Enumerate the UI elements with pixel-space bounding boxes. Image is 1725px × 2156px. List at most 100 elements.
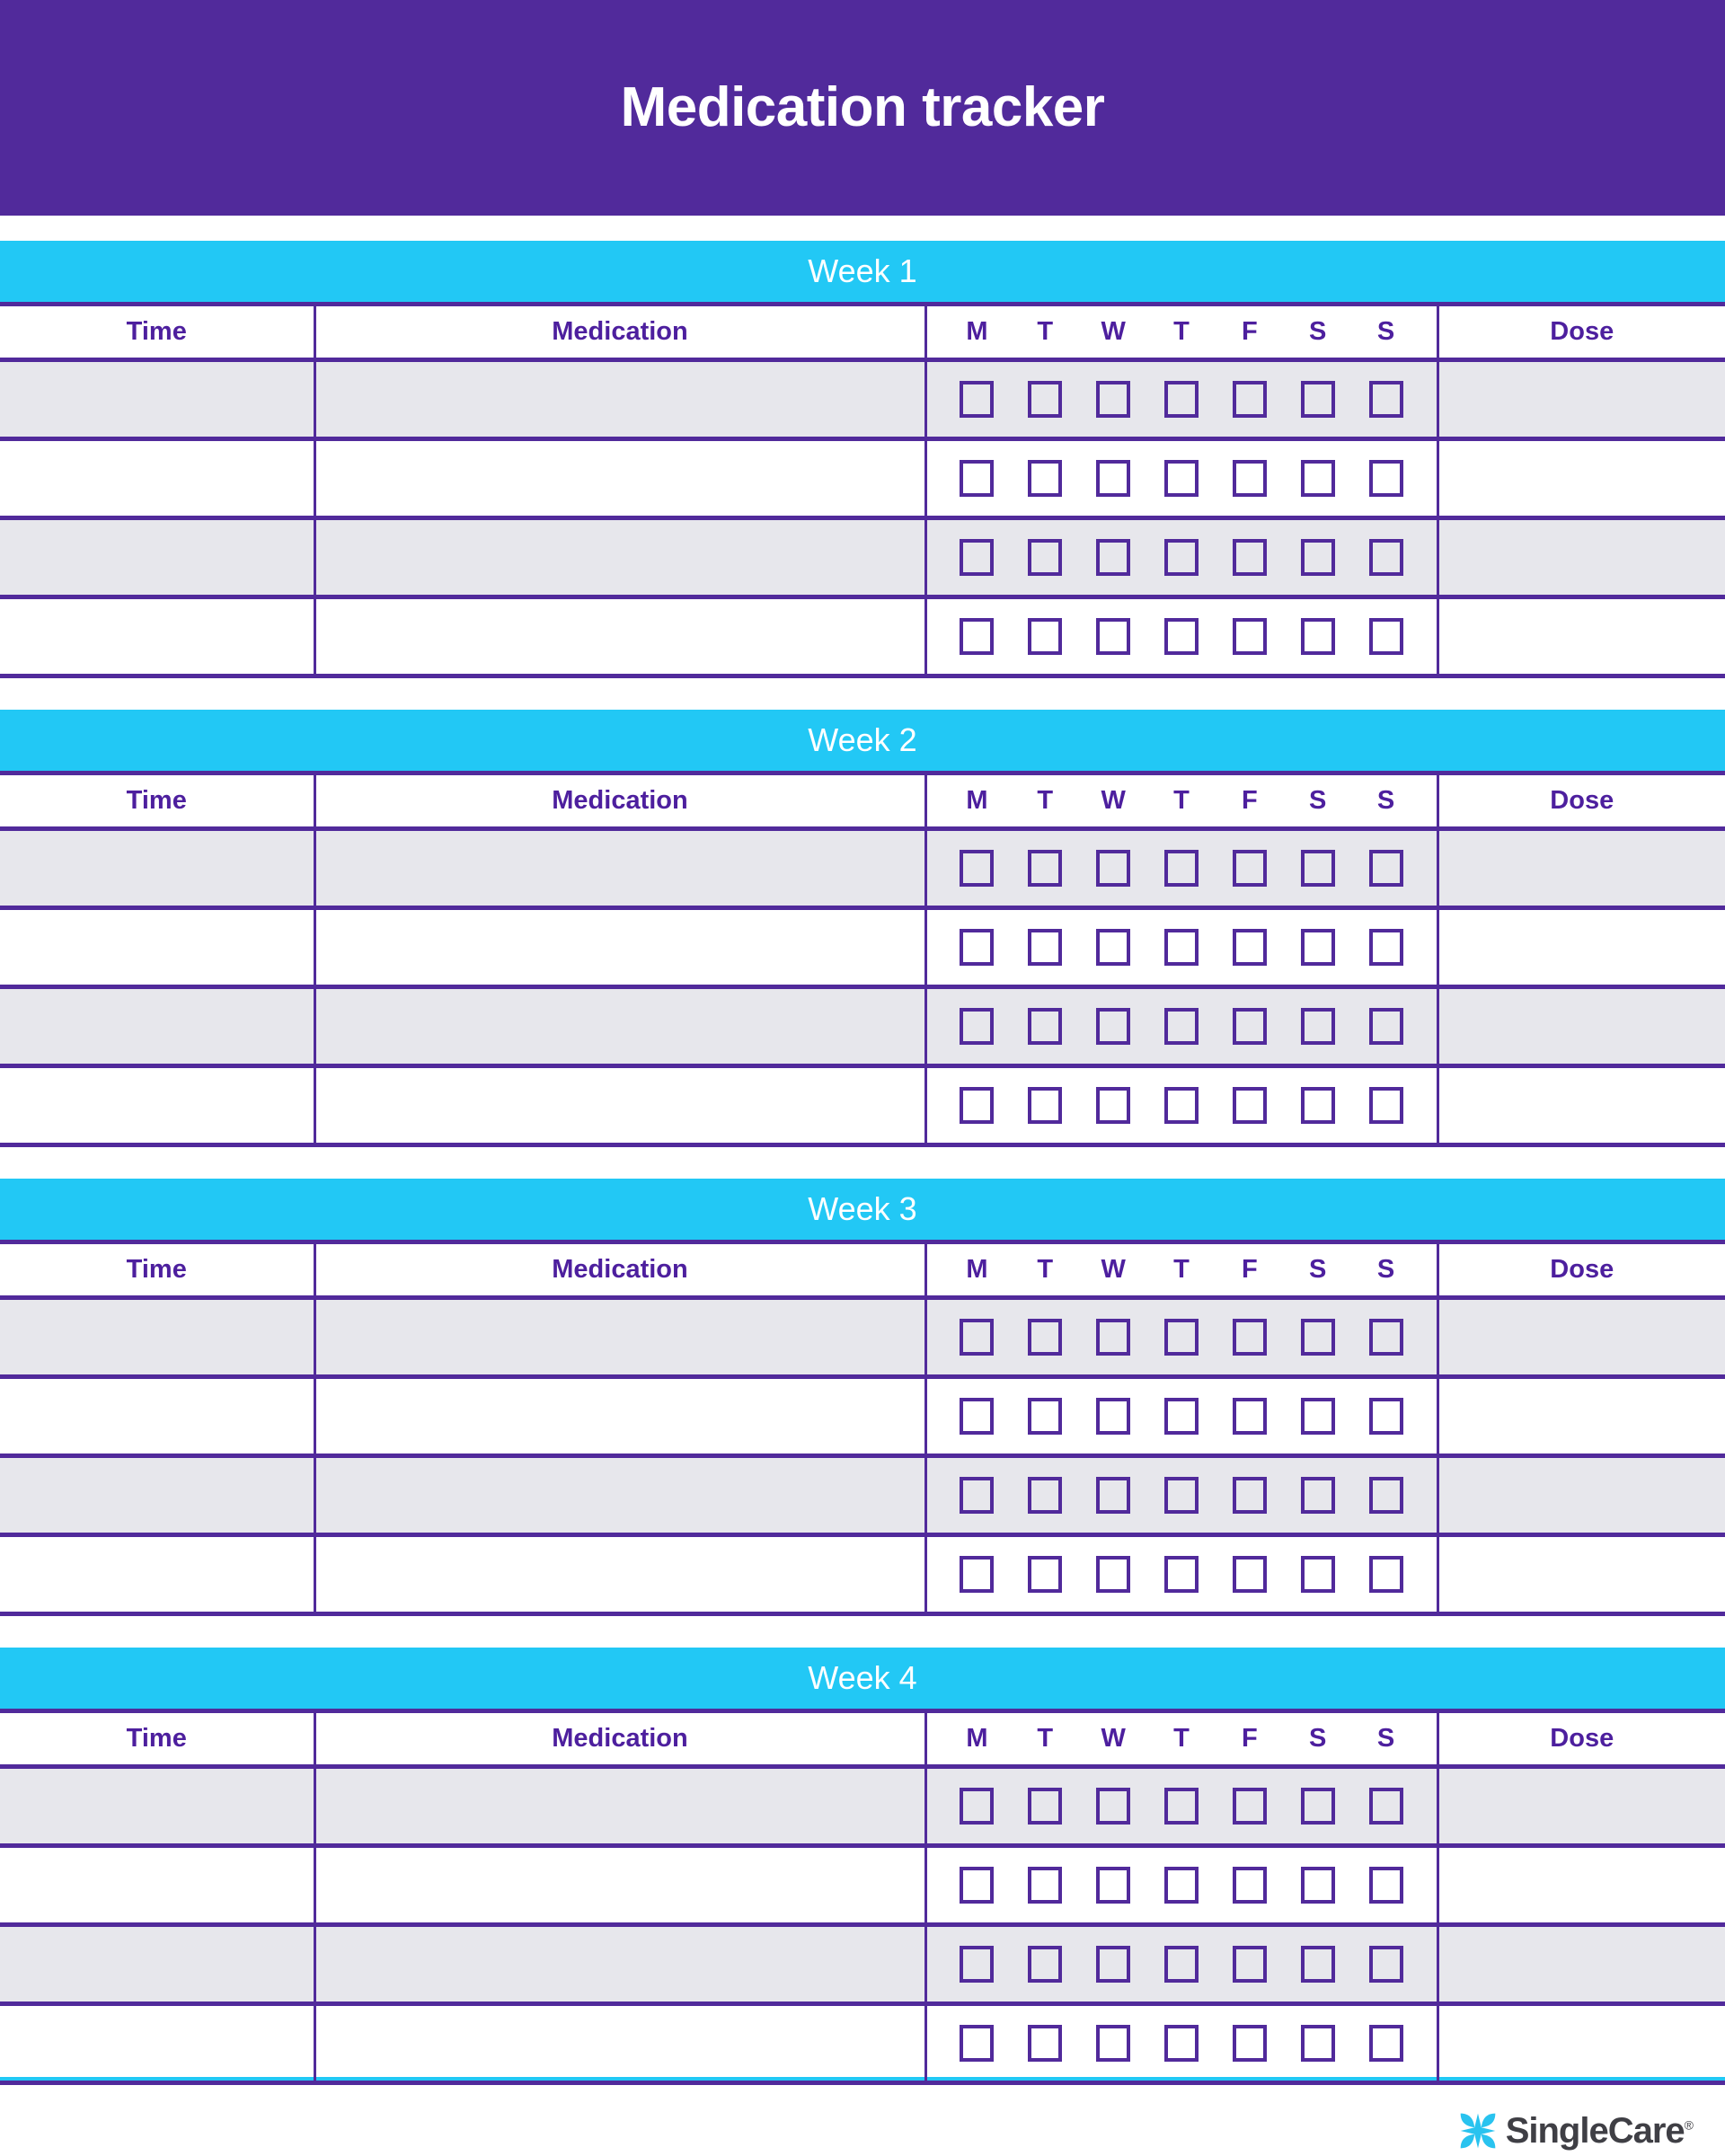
- medication-cell[interactable]: [314, 516, 927, 599]
- medication-cell[interactable]: [314, 1764, 927, 1848]
- time-cell[interactable]: [0, 1374, 316, 1458]
- dose-cell[interactable]: [1438, 516, 1725, 599]
- dose-cell[interactable]: [1438, 1374, 1725, 1458]
- time-cell[interactable]: [0, 1764, 316, 1848]
- dose-cell[interactable]: [1438, 1064, 1725, 1147]
- dose-cell[interactable]: [1438, 1922, 1725, 2006]
- day-checkbox[interactable]: [1164, 539, 1199, 576]
- dose-cell[interactable]: [1438, 1454, 1725, 1537]
- day-checkbox[interactable]: [1028, 929, 1063, 966]
- day-checkbox[interactable]: [1096, 381, 1131, 418]
- time-cell[interactable]: [0, 358, 316, 441]
- day-checkbox[interactable]: [1232, 539, 1267, 576]
- dose-cell[interactable]: [1438, 595, 1725, 678]
- day-checkbox[interactable]: [1164, 618, 1199, 655]
- day-checkbox[interactable]: [1096, 1477, 1131, 1514]
- day-checkbox[interactable]: [1232, 1867, 1267, 1904]
- day-checkbox[interactable]: [960, 1087, 995, 1124]
- day-checkbox[interactable]: [1096, 1319, 1131, 1356]
- day-checkbox[interactable]: [1232, 1319, 1267, 1356]
- dose-cell[interactable]: [1438, 1764, 1725, 1848]
- day-checkbox[interactable]: [1096, 618, 1131, 655]
- day-checkbox[interactable]: [1096, 1867, 1131, 1904]
- day-checkbox[interactable]: [1028, 850, 1063, 887]
- medication-cell[interactable]: [314, 1374, 927, 1458]
- day-checkbox[interactable]: [1096, 539, 1131, 576]
- medication-cell[interactable]: [314, 2001, 927, 2085]
- day-checkbox[interactable]: [1368, 381, 1403, 418]
- day-checkbox[interactable]: [1232, 1008, 1267, 1045]
- medication-cell[interactable]: [314, 358, 927, 441]
- day-checkbox[interactable]: [1300, 850, 1335, 887]
- dose-cell[interactable]: [1438, 1295, 1725, 1379]
- day-checkbox[interactable]: [960, 1788, 995, 1825]
- day-checkbox[interactable]: [960, 1398, 995, 1435]
- day-checkbox[interactable]: [1096, 1788, 1131, 1825]
- day-checkbox[interactable]: [1028, 539, 1063, 576]
- dose-cell[interactable]: [1438, 1843, 1725, 1927]
- dose-cell[interactable]: [1438, 437, 1725, 520]
- time-cell[interactable]: [0, 2001, 316, 2085]
- medication-cell[interactable]: [314, 1533, 927, 1616]
- day-checkbox[interactable]: [1096, 1087, 1131, 1124]
- day-checkbox[interactable]: [1368, 539, 1403, 576]
- day-checkbox[interactable]: [1028, 1319, 1063, 1356]
- day-checkbox[interactable]: [1300, 460, 1335, 497]
- day-checkbox[interactable]: [1028, 1946, 1063, 1983]
- day-checkbox[interactable]: [1164, 850, 1199, 887]
- dose-cell[interactable]: [1438, 1533, 1725, 1616]
- day-checkbox[interactable]: [1300, 1788, 1335, 1825]
- day-checkbox[interactable]: [1300, 381, 1335, 418]
- dose-cell[interactable]: [1438, 985, 1725, 1068]
- day-checkbox[interactable]: [960, 1867, 995, 1904]
- day-checkbox[interactable]: [1368, 929, 1403, 966]
- day-checkbox[interactable]: [1028, 1556, 1063, 1593]
- day-checkbox[interactable]: [960, 1477, 995, 1514]
- day-checkbox[interactable]: [1368, 1788, 1403, 1825]
- medication-cell[interactable]: [314, 1922, 927, 2006]
- medication-cell[interactable]: [314, 1454, 927, 1537]
- day-checkbox[interactable]: [1368, 1477, 1403, 1514]
- medication-cell[interactable]: [314, 1295, 927, 1379]
- day-checkbox[interactable]: [1096, 1946, 1131, 1983]
- day-checkbox[interactable]: [1164, 1319, 1199, 1356]
- day-checkbox[interactable]: [1232, 1556, 1267, 1593]
- day-checkbox[interactable]: [960, 381, 995, 418]
- day-checkbox[interactable]: [1164, 1398, 1199, 1435]
- day-checkbox[interactable]: [1096, 929, 1131, 966]
- medication-cell[interactable]: [314, 437, 927, 520]
- time-cell[interactable]: [0, 1533, 316, 1616]
- day-checkbox[interactable]: [1028, 2025, 1063, 2062]
- time-cell[interactable]: [0, 595, 316, 678]
- day-checkbox[interactable]: [1096, 460, 1131, 497]
- day-checkbox[interactable]: [960, 1319, 995, 1356]
- dose-cell[interactable]: [1438, 906, 1725, 989]
- day-checkbox[interactable]: [1368, 1398, 1403, 1435]
- medication-cell[interactable]: [314, 595, 927, 678]
- day-checkbox[interactable]: [1300, 1008, 1335, 1045]
- day-checkbox[interactable]: [1300, 1867, 1335, 1904]
- dose-cell[interactable]: [1438, 358, 1725, 441]
- dose-cell[interactable]: [1438, 826, 1725, 910]
- day-checkbox[interactable]: [1300, 1319, 1335, 1356]
- day-checkbox[interactable]: [1164, 381, 1199, 418]
- day-checkbox[interactable]: [1028, 618, 1063, 655]
- day-checkbox[interactable]: [1368, 2025, 1403, 2062]
- day-checkbox[interactable]: [1164, 1556, 1199, 1593]
- day-checkbox[interactable]: [1368, 1556, 1403, 1593]
- day-checkbox[interactable]: [1232, 1788, 1267, 1825]
- time-cell[interactable]: [0, 826, 316, 910]
- day-checkbox[interactable]: [1232, 850, 1267, 887]
- day-checkbox[interactable]: [960, 1946, 995, 1983]
- day-checkbox[interactable]: [1300, 618, 1335, 655]
- day-checkbox[interactable]: [1368, 1946, 1403, 1983]
- day-checkbox[interactable]: [1232, 1398, 1267, 1435]
- day-checkbox[interactable]: [1300, 1087, 1335, 1124]
- day-checkbox[interactable]: [1164, 1946, 1199, 1983]
- day-checkbox[interactable]: [1368, 1867, 1403, 1904]
- day-checkbox[interactable]: [1164, 1867, 1199, 1904]
- day-checkbox[interactable]: [1232, 1946, 1267, 1983]
- day-checkbox[interactable]: [1232, 460, 1267, 497]
- day-checkbox[interactable]: [1300, 539, 1335, 576]
- day-checkbox[interactable]: [1028, 1788, 1063, 1825]
